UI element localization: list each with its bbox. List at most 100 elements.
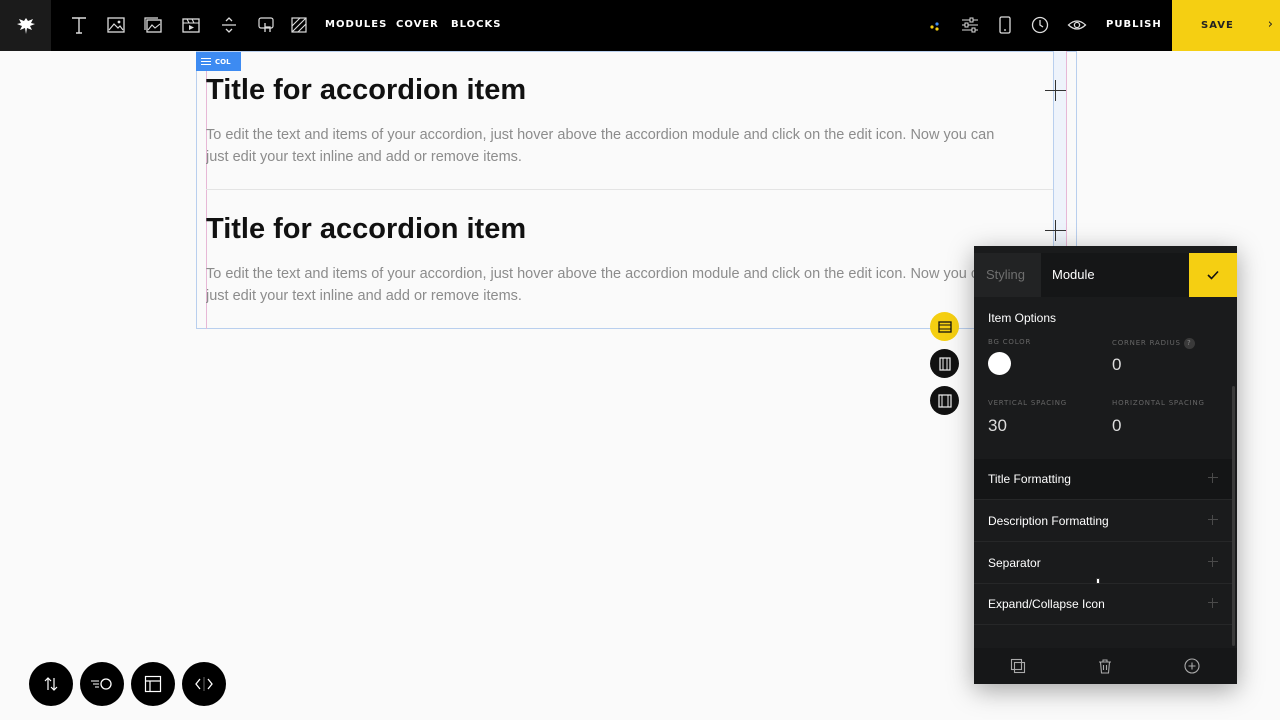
add-circle-icon <box>1184 658 1200 674</box>
plus-icon <box>1208 473 1218 483</box>
help-icon[interactable]: ? <box>1183 338 1195 349</box>
up-down-arrows-icon <box>44 677 58 691</box>
check-icon <box>1207 270 1219 280</box>
row-label: Expand/Collapse Icon <box>988 597 1105 611</box>
expand-collapse-icon-row[interactable]: Expand/Collapse Icon <box>974 584 1232 625</box>
dots-icon <box>930 22 939 31</box>
row-label: Title Formatting <box>988 472 1071 486</box>
separator-row[interactable]: Separator <box>974 543 1232 584</box>
module-settings-panel: Styling Module Item Options BG COLOR COR… <box>974 246 1237 684</box>
description-line: just edit your text inline and add or re… <box>206 288 522 304</box>
accordion-item-title[interactable]: Title for accordion item <box>206 213 526 246</box>
column-icon <box>938 356 951 371</box>
plus-icon <box>1208 598 1218 608</box>
item-options-title: Item Options <box>988 311 1057 325</box>
description-formatting-row[interactable]: Description Formatting <box>974 501 1232 542</box>
description-line: To edit the text and items of your accor… <box>206 266 974 282</box>
row-label: Separator <box>988 556 1041 570</box>
colors-button[interactable] <box>924 14 946 36</box>
accordion-item-description[interactable]: To edit the text and items of your accor… <box>206 263 974 307</box>
plus-icon <box>1208 557 1218 567</box>
add-button[interactable] <box>1183 657 1201 675</box>
gallery-icon <box>144 17 162 33</box>
plus-icon <box>1208 515 1218 525</box>
layout-button[interactable] <box>131 662 175 706</box>
description-line: just edit your text inline and add or re… <box>206 149 522 165</box>
column-settings-toggle[interactable] <box>930 349 959 378</box>
accordion-item-description[interactable]: To edit the text and items of your accor… <box>206 124 1052 168</box>
pattern-module-button[interactable] <box>288 14 310 36</box>
vertical-spacing-label: VERTICAL SPACING <box>988 399 1068 407</box>
interaction-module-button[interactable] <box>255 14 277 36</box>
divider-module-button[interactable] <box>218 14 240 36</box>
description-line: To edit the text and items of your accor… <box>206 127 995 143</box>
settings-button[interactable] <box>959 14 981 36</box>
bg-color-swatch[interactable] <box>988 352 1011 375</box>
mouse-cursor <box>1096 578 1100 584</box>
code-icon <box>195 677 213 691</box>
expand-plus-icon[interactable] <box>1045 80 1066 101</box>
text-module-button[interactable] <box>68 14 90 36</box>
tab-module[interactable]: Module <box>1041 253 1189 297</box>
delete-button[interactable] <box>1096 657 1114 675</box>
animation-button[interactable] <box>80 662 124 706</box>
layout-icon <box>144 675 162 693</box>
preview-button[interactable] <box>1066 14 1088 36</box>
nav-cover[interactable]: COVER <box>396 19 439 30</box>
chevron-right-icon[interactable]: › <box>1268 17 1274 32</box>
motion-icon <box>91 678 112 690</box>
mobile-icon <box>999 16 1011 34</box>
logo[interactable] <box>0 0 51 51</box>
duplicate-button[interactable] <box>1009 657 1027 675</box>
menu-icon <box>201 58 211 65</box>
history-button[interactable] <box>1029 14 1051 36</box>
section-icon <box>937 393 952 408</box>
video-icon <box>182 18 200 33</box>
title-formatting-row[interactable]: Title Formatting <box>974 459 1232 500</box>
column-tag-label: COL <box>215 57 231 66</box>
video-module-button[interactable] <box>180 14 202 36</box>
image-module-button[interactable] <box>105 14 127 36</box>
duplicate-icon <box>1010 658 1026 674</box>
clock-icon <box>1031 16 1049 34</box>
bg-color-label: BG COLOR <box>988 338 1032 346</box>
eye-icon <box>1067 20 1087 30</box>
nav-blocks[interactable]: BLOCKS <box>451 19 501 30</box>
pattern-icon <box>291 17 307 33</box>
interaction-icon <box>258 17 274 32</box>
section-settings-toggle[interactable] <box>930 386 959 415</box>
trash-icon <box>1099 659 1111 674</box>
panel-scrollbar[interactable] <box>1232 386 1235 646</box>
mobile-view-button[interactable] <box>994 14 1016 36</box>
eagle-logo-icon <box>16 17 35 34</box>
module-icon <box>937 320 952 333</box>
module-settings-toggle[interactable] <box>930 312 959 341</box>
horizontal-spacing-label: HORIZONTAL SPACING <box>1112 399 1205 407</box>
confirm-button[interactable] <box>1189 253 1237 297</box>
code-button[interactable] <box>182 662 226 706</box>
corner-radius-label: CORNER RADIUS? <box>1112 338 1195 349</box>
gallery-module-button[interactable] <box>142 14 164 36</box>
reorder-button[interactable] <box>29 662 73 706</box>
sliders-icon <box>962 17 978 33</box>
image-icon <box>107 17 125 33</box>
divider-icon <box>222 17 236 33</box>
panel-tabs: Styling Module <box>974 253 1237 297</box>
publish-button[interactable]: PUBLISH <box>1106 19 1162 30</box>
accordion-item-title[interactable]: Title for accordion item <box>206 74 526 107</box>
text-icon <box>72 17 86 34</box>
expand-plus-icon[interactable] <box>1045 220 1066 241</box>
tab-styling[interactable]: Styling <box>986 267 1025 282</box>
accordion-separator <box>206 189 1053 190</box>
save-label: SAVE <box>1201 20 1234 31</box>
corner-radius-label-text: CORNER RADIUS <box>1112 339 1181 347</box>
row-label: Description Formatting <box>988 514 1109 528</box>
nav-modules[interactable]: MODULES <box>325 19 387 30</box>
save-button[interactable]: SAVE › <box>1172 0 1280 51</box>
horizontal-spacing-value[interactable]: 0 <box>1112 416 1121 436</box>
corner-radius-value[interactable]: 0 <box>1112 355 1121 375</box>
top-toolbar: MODULES COVER BLOCKS PUBLISH SAVE › <box>0 0 1280 51</box>
vertical-spacing-value[interactable]: 30 <box>988 416 1007 436</box>
panel-footer <box>974 648 1237 684</box>
column-tag[interactable]: COL <box>196 52 241 71</box>
